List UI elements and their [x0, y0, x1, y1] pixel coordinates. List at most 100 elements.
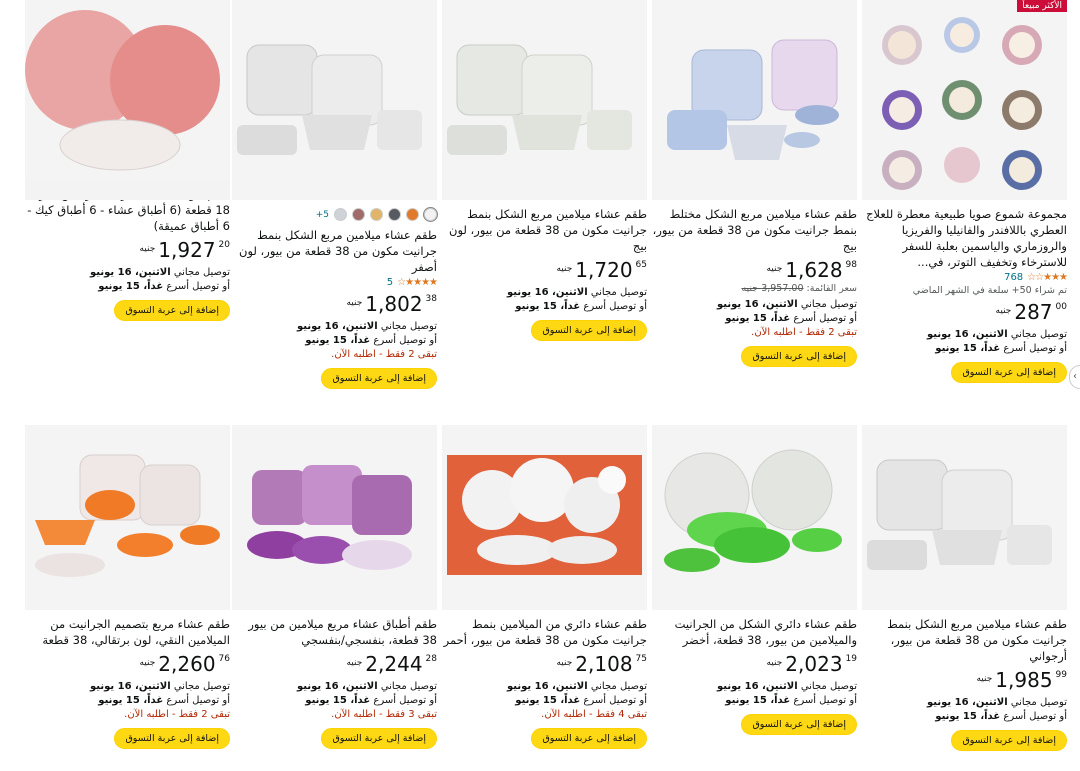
delivery-date: الاثنين، 16 يونيو [927, 329, 1008, 340]
dinnerware-image [25, 0, 230, 180]
delivery-date: الاثنين، 16 يونيو [297, 321, 378, 332]
delivery-date: الاثنين، 16 يونيو [90, 681, 171, 692]
product-image[interactable] [652, 425, 857, 610]
product-image[interactable] [25, 425, 230, 610]
free-delivery-label: توصيل مجاني [800, 299, 857, 310]
price-currency: جنيه [346, 298, 363, 308]
product-title[interactable]: طقم عشاء ميلامين مربع الشكل بنمط جرانيت … [232, 227, 437, 275]
dinnerware-image [442, 0, 647, 200]
delivery-date: الاثنين، 16 يونيو [297, 681, 378, 692]
dinnerware-image [25, 425, 230, 610]
product-title[interactable]: طقم عشاء دائري من الميلامين بنمط جرانيت … [442, 616, 647, 648]
product-image[interactable] [25, 0, 230, 200]
product-image[interactable] [862, 425, 1067, 610]
product-image[interactable] [652, 0, 857, 200]
price-whole: 2,260 [158, 652, 216, 676]
free-delivery-label: توصيل مجاني [590, 681, 647, 692]
star-rating: ★★★★☆ [397, 277, 438, 288]
fast-delivery-label: أو توصيل أسرع [1003, 711, 1067, 722]
add-to-cart-button[interactable]: إضافة إلى عربة التسوق [531, 728, 647, 749]
product-title[interactable]: طقم عشاء ميلامين مربع الشكل بنمط جرانيت … [862, 616, 1067, 664]
price-currency: جنيه [766, 658, 783, 668]
free-delivery-label: توصيل مجاني [173, 267, 230, 278]
delivery-info: توصيل مجاني الاثنين، 16 يونيو أو توصيل أ… [862, 328, 1067, 356]
add-to-cart-button[interactable]: إضافة إلى عربة التسوق [321, 728, 437, 749]
fast-delivery-date: غداً، 15 يونيو [305, 695, 371, 706]
price-whole: 1,927 [158, 238, 216, 262]
product-title[interactable]: طقم عشاء ميلامين مربع الشكل مختلط بنمط ج… [652, 206, 857, 254]
price-fraction: 20 [218, 240, 230, 250]
add-to-cart-button[interactable]: إضافة إلى عربة التسوق [114, 300, 230, 321]
rating-row[interactable]: ★★★★☆ 5 [232, 277, 438, 288]
swatch-white[interactable] [424, 208, 437, 221]
product-title[interactable]: مجموعة شموع صويا طبيعية معطرة للعلاج الع… [862, 206, 1067, 270]
delivery-info: توصيل مجاني الاثنين، 16 يونيو أو توصيل أ… [232, 320, 437, 362]
review-count[interactable]: 768 [1004, 272, 1023, 283]
fast-delivery-date: غداً، 15 يونيو [515, 695, 581, 706]
price: 38 1,802 جنيه [232, 292, 437, 316]
product-card[interactable]: الأكثر مبيعاً مجموعة شموع صويا طبيعية مع… [862, 0, 1068, 383]
review-count[interactable]: 5 [387, 277, 393, 288]
product-image[interactable] [232, 0, 437, 200]
product-card[interactable]: 5+ طقم عشاء ميلامين مربع الشكل بنمط جران… [232, 0, 438, 389]
swatch-beige[interactable] [370, 208, 383, 221]
fast-delivery-date: غداً، 15 يونيو [935, 711, 1001, 722]
add-to-cart-button[interactable]: إضافة إلى عربة التسوق [741, 346, 857, 367]
delivery-info: توصيل مجاني الاثنين، 16 يونيو أو توصيل أ… [652, 680, 857, 708]
swatch-silver[interactable] [334, 208, 347, 221]
delivery-date: الاثنين، 16 يونيو [507, 287, 588, 298]
delivery-info: توصيل مجاني الاثنين، 16 يونيو أو توصيل أ… [442, 680, 647, 722]
swatch-brown[interactable] [352, 208, 365, 221]
price: 65 1,720 جنيه [442, 258, 647, 282]
free-delivery-label: توصيل مجاني [800, 681, 857, 692]
product-image[interactable]: الأكثر مبيعاً [862, 0, 1067, 200]
price-whole: 2,108 [575, 652, 633, 676]
more-swatches[interactable]: 5+ [316, 210, 329, 220]
product-card[interactable]: طقم أطباق عشاء مربع ميلامين من بيور 38 ق… [232, 425, 437, 749]
product-image[interactable] [442, 0, 647, 200]
product-title[interactable]: طقم عشاء دائري الشكل من الجرانيت والميلا… [652, 616, 857, 648]
delivery-date: الاثنين، 16 يونيو [507, 681, 588, 692]
candles-image [862, 0, 1067, 200]
price-fraction: 28 [425, 654, 437, 664]
product-image[interactable] [232, 425, 437, 610]
product-title[interactable]: طقم عشاء مربع بتصميم الجرانيت من الميلام… [25, 616, 230, 648]
fast-delivery-date: غداً، 15 يونيو [98, 695, 164, 706]
add-to-cart-button[interactable]: إضافة إلى عربة التسوق [531, 320, 647, 341]
price-fraction: 99 [1055, 670, 1067, 680]
product-card[interactable]: طقم عشاء دائري الشكل من الجرانيت والميلا… [652, 425, 857, 735]
price: 00 287 جنيه [862, 300, 1067, 324]
add-to-cart-button[interactable]: إضافة إلى عربة التسوق [951, 730, 1067, 751]
stock-warning: تبقى 2 فقط - اطلبه الآن. [331, 349, 437, 360]
fast-delivery-label: أو توصيل أسرع [166, 281, 230, 292]
product-card[interactable]: طقم عشاء مربع بتصميم الجرانيت من الميلام… [25, 425, 230, 749]
add-to-cart-button[interactable]: إضافة إلى عربة التسوق [321, 368, 437, 389]
dinnerware-image [862, 425, 1067, 610]
swatch-gray[interactable] [388, 208, 401, 221]
product-card[interactable]: طقم عشاء دائري من الميلامين بنمط جرانيت … [442, 425, 647, 749]
fast-delivery-label: أو توصيل أسرع [583, 301, 647, 312]
add-to-cart-button[interactable]: إضافة إلى عربة التسوق [951, 362, 1067, 383]
stock-warning: تبقى 4 فقط - اطلبه الآن. [541, 709, 647, 720]
dinnerware-image [652, 425, 857, 610]
delivery-info: توصيل مجاني الاثنين، 16 يونيو أو توصيل أ… [862, 696, 1067, 724]
delivery-date: الاثنين، 16 يونيو [717, 299, 798, 310]
price-fraction: 00 [1055, 302, 1067, 312]
price-currency: جنيه [346, 658, 363, 668]
add-to-cart-button[interactable]: إضافة إلى عربة التسوق [114, 728, 230, 749]
swatch-orange[interactable] [406, 208, 419, 221]
fast-delivery-date: غداً، 15 يونيو [305, 335, 371, 346]
product-image[interactable] [442, 425, 647, 610]
product-card[interactable]: طقم عشاء ميلامين مربع الشكل بنمط جرانيت … [442, 0, 647, 341]
price-currency: جنيه [139, 658, 156, 668]
product-title[interactable]: طقم أطباق عشاء مربع ميلامين من بيور 38 ق… [232, 616, 437, 648]
product-title[interactable]: طقم عشاء ميلامين مربع الشكل بنمط جرانيت … [442, 206, 647, 254]
free-delivery-label: توصيل مجاني [590, 287, 647, 298]
add-to-cart-button[interactable]: إضافة إلى عربة التسوق [741, 714, 857, 735]
product-grid: الأكثر مبيعاً مجموعة شموع صويا طبيعية مع… [0, 0, 1080, 771]
delivery-info: توصيل مجاني الاثنين، 16 يونيو أو توصيل أ… [25, 680, 230, 722]
rating-row[interactable]: ★★★☆☆ 768 [862, 272, 1068, 283]
product-card[interactable]: طقم عشاء ميلامين مربع الشكل مختلط بنمط ج… [652, 0, 857, 367]
product-card[interactable]: طقم أدوات مائدة مصرية فاخرة من دينر، 18 … [25, 0, 230, 321]
product-card[interactable]: طقم عشاء ميلامين مربع الشكل بنمط جرانيت … [862, 425, 1067, 751]
